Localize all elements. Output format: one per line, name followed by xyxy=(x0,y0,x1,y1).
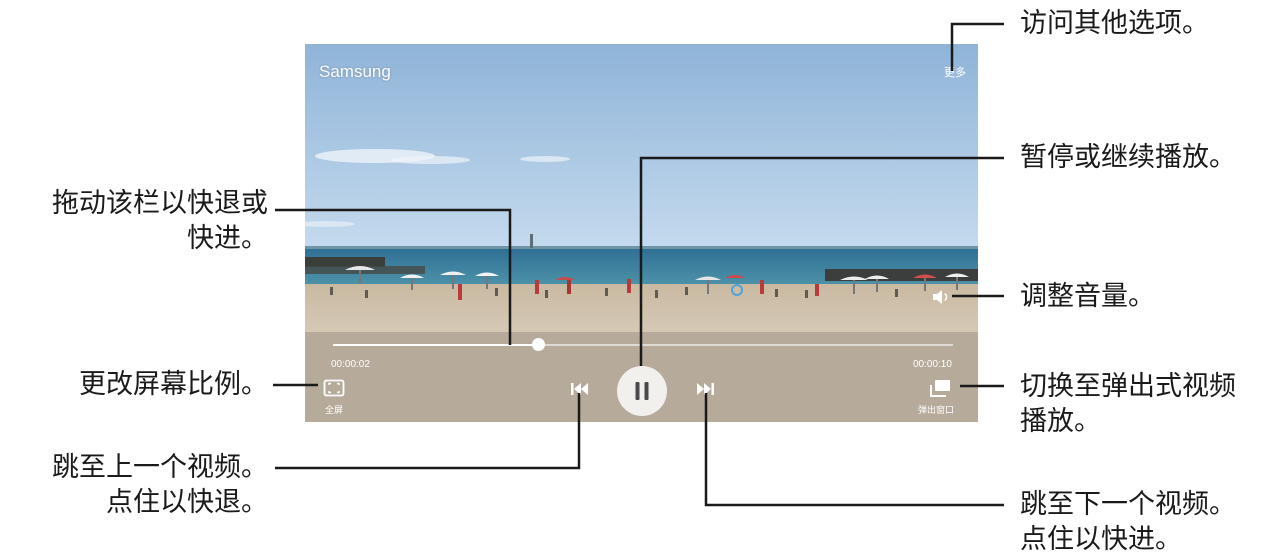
callout-previous-line1: 跳至上一个视频。 xyxy=(52,452,268,483)
skip-next-icon xyxy=(697,383,714,395)
callout-previous-line2: 点住以快退。 xyxy=(106,487,268,518)
callout-popup-line2: 播放。 xyxy=(1020,406,1101,437)
aspect-ratio-icon xyxy=(323,379,345,397)
volume-button[interactable] xyxy=(932,289,952,305)
callout-next-line1: 跳至下一个视频。 xyxy=(1020,489,1236,520)
callout-volume: 调整音量。 xyxy=(1020,281,1155,312)
volume-icon xyxy=(933,290,948,304)
elapsed-time: 00:00:02 xyxy=(331,359,370,370)
seek-bar-progress xyxy=(333,344,538,346)
seek-bar-handle[interactable] xyxy=(531,338,545,351)
seek-bar[interactable] xyxy=(333,338,953,351)
next-button[interactable] xyxy=(695,382,715,396)
video-title: Samsung xyxy=(319,62,391,81)
callout-seek-line2: 快进。 xyxy=(187,223,268,254)
popup-label: 弹出窗口 xyxy=(918,406,955,416)
callout-seek: 拖动该栏以快退或 快进。 xyxy=(52,186,268,256)
popup-button[interactable] xyxy=(928,378,952,398)
callout-previous: 跳至上一个视频。 点住以快退。 xyxy=(52,450,268,520)
screen-ratio-label: 全屏 xyxy=(325,406,344,416)
pause-icon xyxy=(635,382,649,400)
more-button[interactable]: 更多 xyxy=(939,64,971,84)
callout-ratio: 更改屏幕比例。 xyxy=(79,369,268,400)
screen-ratio-button[interactable] xyxy=(323,379,345,397)
callout-next: 跳至下一个视频。 点住以快进。 xyxy=(1020,487,1236,557)
callout-seek-line1: 拖动该栏以快退或 xyxy=(52,188,268,219)
callout-popup: 切换至弹出式视频 播放。 xyxy=(1020,369,1236,439)
video-player[interactable]: Samsung 更多 00:00:02 00:00:10 全屏 弹出窗口 xyxy=(305,44,978,422)
callout-pause-resume: 暂停或继续播放。 xyxy=(1020,142,1236,173)
callout-popup-line1: 切换至弹出式视频 xyxy=(1020,371,1236,402)
previous-button[interactable] xyxy=(570,382,590,396)
callout-more-options: 访问其他选项。 xyxy=(1020,8,1209,39)
skip-previous-icon xyxy=(571,383,588,395)
total-time: 00:00:10 xyxy=(913,359,952,370)
popup-window-icon xyxy=(930,380,950,397)
play-pause-button[interactable] xyxy=(617,366,667,416)
callout-next-line2: 点住以快进。 xyxy=(1020,524,1182,555)
